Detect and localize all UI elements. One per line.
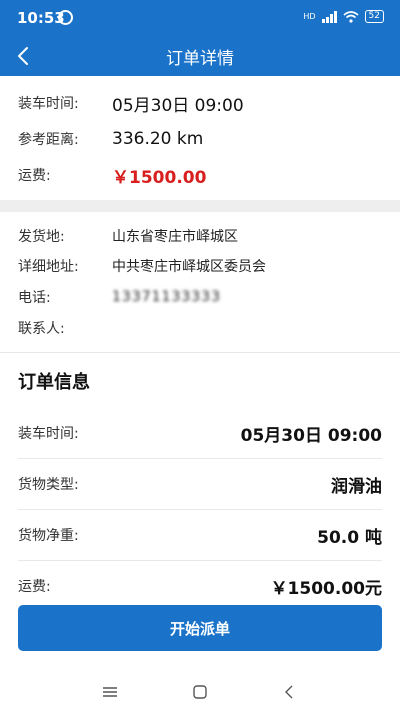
- status-bar: 10:53 HD 52: [0, 0, 400, 36]
- info-row: 装车时间: 05月30日 09:00: [18, 408, 382, 459]
- network-type-label: HD: [303, 11, 316, 21]
- order-info-section: 订单信息 装车时间: 05月30日 09:00 货物类型: 润滑油 货物净重: …: [0, 354, 400, 604]
- load-time-label: 装车时间:: [18, 96, 79, 112]
- signal-icon: [321, 10, 337, 23]
- shipper-info: 发货地: 山东省枣庄市峄城区 详细地址: 中共枣庄市峄城区委员会 电话: 133…: [0, 212, 400, 353]
- section-divider: [0, 200, 400, 212]
- info-row: 货物类型: 润滑油: [18, 459, 382, 510]
- distance-label: 参考距离:: [18, 132, 79, 148]
- load-time-value: 05月30日 09:00: [112, 95, 244, 116]
- phone-value[interactable]: 13371133333: [112, 289, 221, 305]
- contact-row: 联系人:: [18, 317, 112, 339]
- order-summary: 装车时间: 05月30日 09:00 参考距离: 336.20 km 运费: ￥…: [0, 76, 400, 200]
- info-label: 货物类型:: [18, 477, 79, 493]
- menu-icon[interactable]: [100, 683, 120, 701]
- status-icons: HD 52: [303, 10, 384, 23]
- alarm-icon: [58, 10, 73, 25]
- app-header: 10:53 HD 52 订单详情: [0, 0, 400, 76]
- detail-address-label: 详细地址:: [18, 259, 79, 275]
- origin-value: 山东省枣庄市峄城区: [112, 229, 238, 245]
- battery-icon: 52: [364, 10, 384, 23]
- summary-distance-row: 参考距离: 336.20 km: [18, 124, 203, 154]
- nav-bar: 订单详情: [0, 36, 400, 76]
- freight-value: ￥1500.00: [112, 167, 207, 188]
- info-label: 运费:: [18, 579, 51, 595]
- info-value: 润滑油: [331, 476, 382, 497]
- info-label: 装车时间:: [18, 426, 79, 442]
- detail-address-row: 详细地址: 中共枣庄市峄城区委员会: [18, 255, 266, 277]
- info-value: 50.0 吨: [317, 527, 382, 548]
- origin-row: 发货地: 山东省枣庄市峄城区: [18, 225, 238, 247]
- summary-load-time-row: 装车时间: 05月30日 09:00: [18, 88, 244, 118]
- summary-freight-row: 运费: ￥1500.00: [18, 160, 206, 190]
- phone-label: 电话:: [18, 290, 51, 306]
- freight-label: 运费:: [18, 168, 51, 184]
- contact-label: 联系人:: [18, 321, 65, 337]
- detail-address-value: 中共枣庄市峄城区委员会: [112, 259, 266, 275]
- footer-bar: 开始派单: [0, 598, 400, 673]
- back-triangle-icon[interactable]: [280, 683, 300, 701]
- start-dispatch-button[interactable]: 开始派单: [18, 605, 382, 651]
- origin-label: 发货地:: [18, 229, 65, 245]
- distance-value: 336.20 km: [112, 129, 204, 149]
- order-info-title: 订单信息: [18, 372, 90, 393]
- phone-row: 电话: 13371133333: [18, 286, 221, 308]
- wifi-icon: [343, 10, 359, 23]
- system-nav-bar: [0, 673, 400, 711]
- info-value: 05月30日 09:00: [240, 425, 382, 446]
- info-label: 货物净重:: [18, 528, 79, 544]
- page-title: 订单详情: [166, 49, 234, 69]
- home-icon[interactable]: [190, 683, 210, 701]
- info-row: 货物净重: 50.0 吨: [18, 510, 382, 561]
- info-value: ￥1500.00元: [270, 578, 382, 599]
